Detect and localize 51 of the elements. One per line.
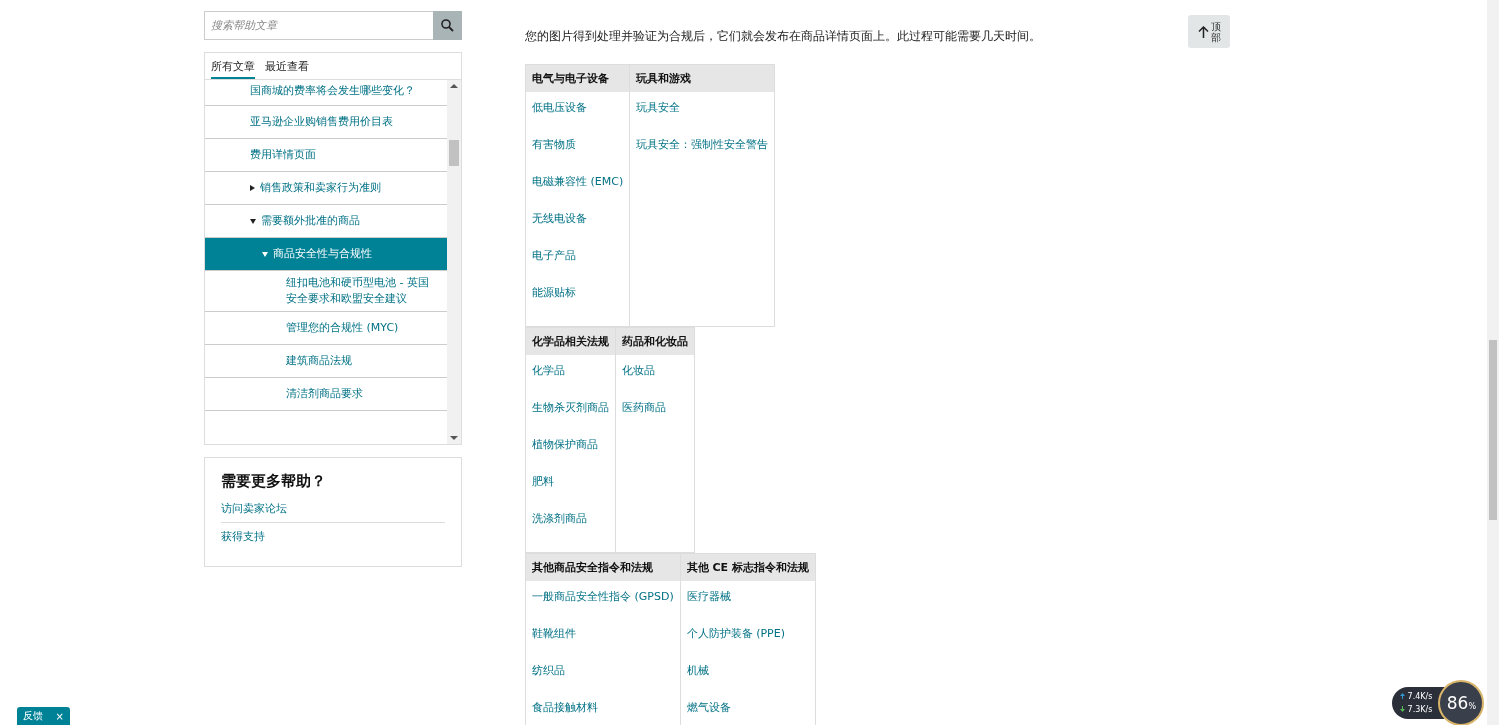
feedback-button[interactable]: 反馈 × [17,707,70,725]
help-link[interactable]: 访问卖家论坛 [221,495,445,522]
search-icon [441,19,454,32]
table-link[interactable]: 电磁兼容性 (EMC) [532,174,624,211]
up-arrow-icon [1197,25,1209,38]
table-link[interactable]: 机械 [686,663,809,700]
triangle-down-icon [262,251,268,257]
intro-text: 您的图片得到处理并验证为合规后，它们就会发布在商品详情页面上。此过程可能需要几天时间。 [525,29,1041,44]
table-link[interactable]: 燃气设备 [686,700,809,725]
table-link[interactable]: 食品接触材料 [532,700,674,725]
down-arrow-icon [1400,706,1405,712]
table-link[interactable]: 鞋靴组件 [532,626,674,663]
table-link[interactable]: 肥料 [532,474,609,511]
help-link[interactable]: 获得支持 [221,522,445,550]
table-link[interactable]: 低电压设备 [532,100,624,137]
search-input[interactable]: 搜索帮助文章 [204,11,433,40]
back-to-top-button[interactable]: 顶部 [1188,15,1230,48]
column-header: 电气与电子设备 [526,65,630,92]
column-header: 玩具和游戏 [630,65,775,92]
table-link[interactable]: 医药商品 [622,400,688,437]
scrollbar[interactable] [447,80,461,444]
column-header: 其他商品安全指令和法规 [526,554,680,581]
table-link[interactable]: 化妆品 [622,363,688,400]
page-scrollbar[interactable] [1487,0,1499,725]
table-link[interactable]: 生物杀灭剂商品 [532,400,609,437]
tree-item[interactable]: 商品安全性与合规性 [205,238,447,271]
table-link[interactable]: 无线电设备 [532,211,624,248]
table-link[interactable]: 有害物质 [532,137,624,174]
table-link[interactable]: 纺织品 [532,663,674,700]
table-link[interactable]: 医疗器械 [686,589,809,626]
usage-gauge: 86% [1438,680,1485,725]
tree-item[interactable]: 国商城的费率将会发生哪些变化？ [205,80,447,106]
tab[interactable]: 最近查看 [265,59,309,79]
table-link[interactable]: 洗涤剂商品 [532,511,609,548]
search-button[interactable] [433,11,462,40]
table-link[interactable]: 个人防护装备 (PPE) [686,626,809,663]
table-link[interactable]: 电子产品 [532,248,624,285]
table-link[interactable]: 能源贴标 [532,285,624,322]
table-link[interactable]: 化学品 [532,363,609,400]
up-arrow-icon [1400,693,1405,699]
column-header: 化学品相关法规 [526,328,615,355]
table-link[interactable]: 玩具安全 [636,100,769,137]
triangle-right-icon [250,185,255,191]
table-link[interactable]: 植物保护商品 [532,437,609,474]
column-header: 药品和化妆品 [616,328,694,355]
tab[interactable]: 所有文章 [211,59,255,79]
table-link[interactable]: 一般商品安全性指令 (GPSD) [532,589,674,626]
table-link[interactable]: 玩具安全：强制性安全警告 [636,137,769,174]
triangle-down-icon [250,218,256,224]
help-title: 需要更多帮助？ [221,472,327,491]
column-header: 其他 CE 标志指令和法规 [680,554,815,581]
